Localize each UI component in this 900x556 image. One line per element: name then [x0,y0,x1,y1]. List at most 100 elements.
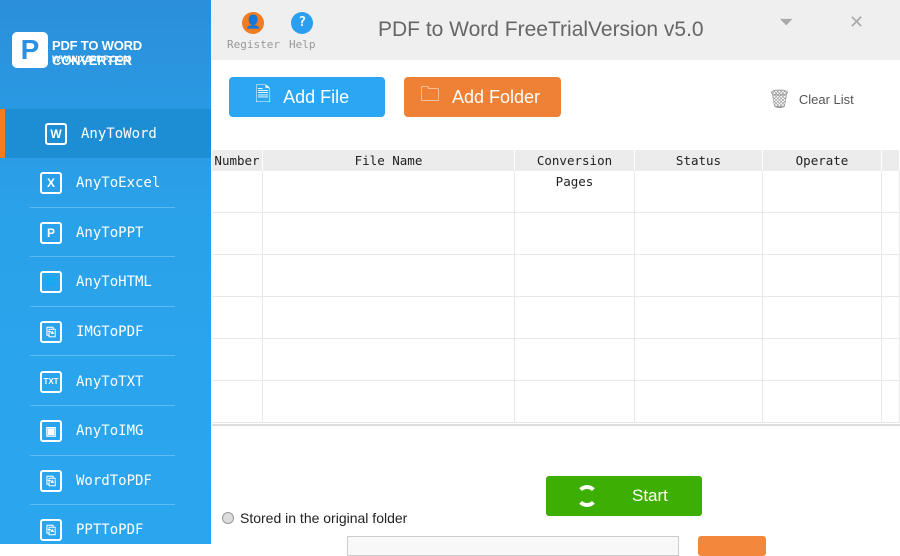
sidebar-item-label: AnyToPPT [76,224,144,241]
output-path-input[interactable] [347,536,679,556]
table-cell [515,297,635,338]
col-file-name: File Name [263,150,515,171]
ppttopdf-icon: ⎘ [40,519,62,542]
table-cell [763,213,882,254]
refresh-icon [576,485,598,507]
table-row [212,339,900,381]
table-cell [515,255,635,296]
table-cell [263,297,515,338]
table-cell [763,297,882,338]
table-cell [882,381,900,422]
add-folder-button[interactable]: 🗀 Add Folder [404,77,561,117]
table-row [212,213,900,255]
sidebar-item-label: AnyToExcel [76,175,161,192]
start-button[interactable]: Start [546,476,702,516]
col-conversion-pages: Conversion Pages [515,150,635,189]
browse-button[interactable] [698,536,766,556]
table-cell [635,297,763,338]
table-cell [212,171,263,212]
table-cell [635,339,763,380]
table-cell [515,381,635,422]
table-cell [882,339,900,380]
anytoppt-icon: P [40,221,62,244]
table-cell [263,381,515,422]
table-header: Number File Name Conversion Pages Status… [212,150,900,189]
help-label: Help [289,38,316,51]
sidebar-item-anytoexcel[interactable]: X AnyToExcel [0,159,211,208]
table-cell [212,213,263,254]
sidebar-item-label: AnyToTXT [76,373,144,390]
table-cell [212,381,263,422]
add-file-label: Add File [283,86,350,107]
anytoimg-icon: ▣ [40,420,62,443]
imgtopdf-icon: ⎘ [40,320,62,343]
sidebar-item-wordtopdf[interactable]: ⎘ WordToPDF [0,456,211,506]
brand-url: WWW.XJPDF.COM [52,54,131,64]
add-file-button[interactable]: 🗎 Add File [229,77,385,117]
minimize-icon[interactable]: ⏷ [779,12,793,33]
sidebar-item-label: IMGToPDF [76,323,144,340]
table-cell [635,255,763,296]
table-cell [763,255,882,296]
table-cell [515,171,635,212]
anytotxt-icon: TXT [40,370,62,393]
add-folder-label: Add Folder [452,86,541,107]
table-row [212,255,900,297]
table-cell [515,339,635,380]
col-status: Status [635,150,763,171]
table-cell [882,255,900,296]
table-row [212,381,900,423]
sidebar: P PDF TO WORD CONVERTER WWW.XJPDF.COM WA… [0,0,211,555]
register-button[interactable]: 👤 Register [227,12,280,51]
sidebar-item-anytohtml[interactable]: 🌐 AnyToHTML [0,258,211,307]
close-icon[interactable]: ✕ [849,12,864,33]
col-number: Number [212,150,263,171]
anytohtml-icon: 🌐 [40,271,62,294]
table-cell [263,213,515,254]
app-logo: P [12,32,48,68]
anytoexcel-icon: X [40,172,62,195]
register-icon: 👤 [242,12,265,34]
sidebar-item-anytotxt[interactable]: TXT AnyToTXT [0,357,211,406]
document-icon: 🗎 [255,84,272,106]
radio-indicator[interactable] [222,512,234,524]
sidebar-item-anytoword[interactable]: W AnyToWord [0,109,211,158]
col-operate: Operate [763,150,882,171]
table-cell [635,213,763,254]
table-cell [763,171,882,212]
table-cell [635,171,763,212]
table-row [212,297,900,339]
trash-icon: 🗑 [768,89,791,109]
table-cell [212,297,263,338]
sidebar-item-ppttopdf[interactable]: ⎘ PPTToPDF [0,506,211,555]
sidebar-item-label: PPTToPDF [76,522,144,539]
register-label: Register [227,38,280,51]
title-bar: 👤 Register ? Help PDF to Word FreeTrialV… [211,0,900,60]
table-cell [212,339,263,380]
sidebar-item-imgtopdf[interactable]: ⎘ IMGToPDF [0,307,211,357]
table-row [212,171,900,213]
divider [30,553,175,555]
table-cell [763,339,882,380]
sidebar-item-label: AnyToHTML [76,274,152,291]
table-cell [882,171,900,212]
sidebar-item-label: AnyToWord [81,125,157,142]
sidebar-item-anytoimg[interactable]: ▣ AnyToIMG [0,407,211,456]
sidebar-item-label: AnyToIMG [76,423,144,440]
wordtopdf-icon: ⎘ [40,469,62,492]
stored-original-radio[interactable]: Stored in the original folder [222,510,407,526]
clear-list-button[interactable]: 🗑 Clear List [768,89,854,110]
stored-original-label: Stored in the original folder [240,510,408,526]
table-cell [263,339,515,380]
table-cell [882,213,900,254]
sidebar-item-anytoppt[interactable]: P AnyToPPT [0,208,211,258]
window-title: PDF to Word FreeTrialVersion v5.0 [378,18,704,41]
table-cell [635,381,763,422]
help-button[interactable]: ? Help [289,12,316,51]
table-cell [263,171,515,212]
clear-list-label: Clear List [798,92,854,107]
anytoword-icon: W [45,122,67,145]
folder-icon: 🗀 [420,84,440,106]
table-cell [212,255,263,296]
table-cell [515,213,635,254]
